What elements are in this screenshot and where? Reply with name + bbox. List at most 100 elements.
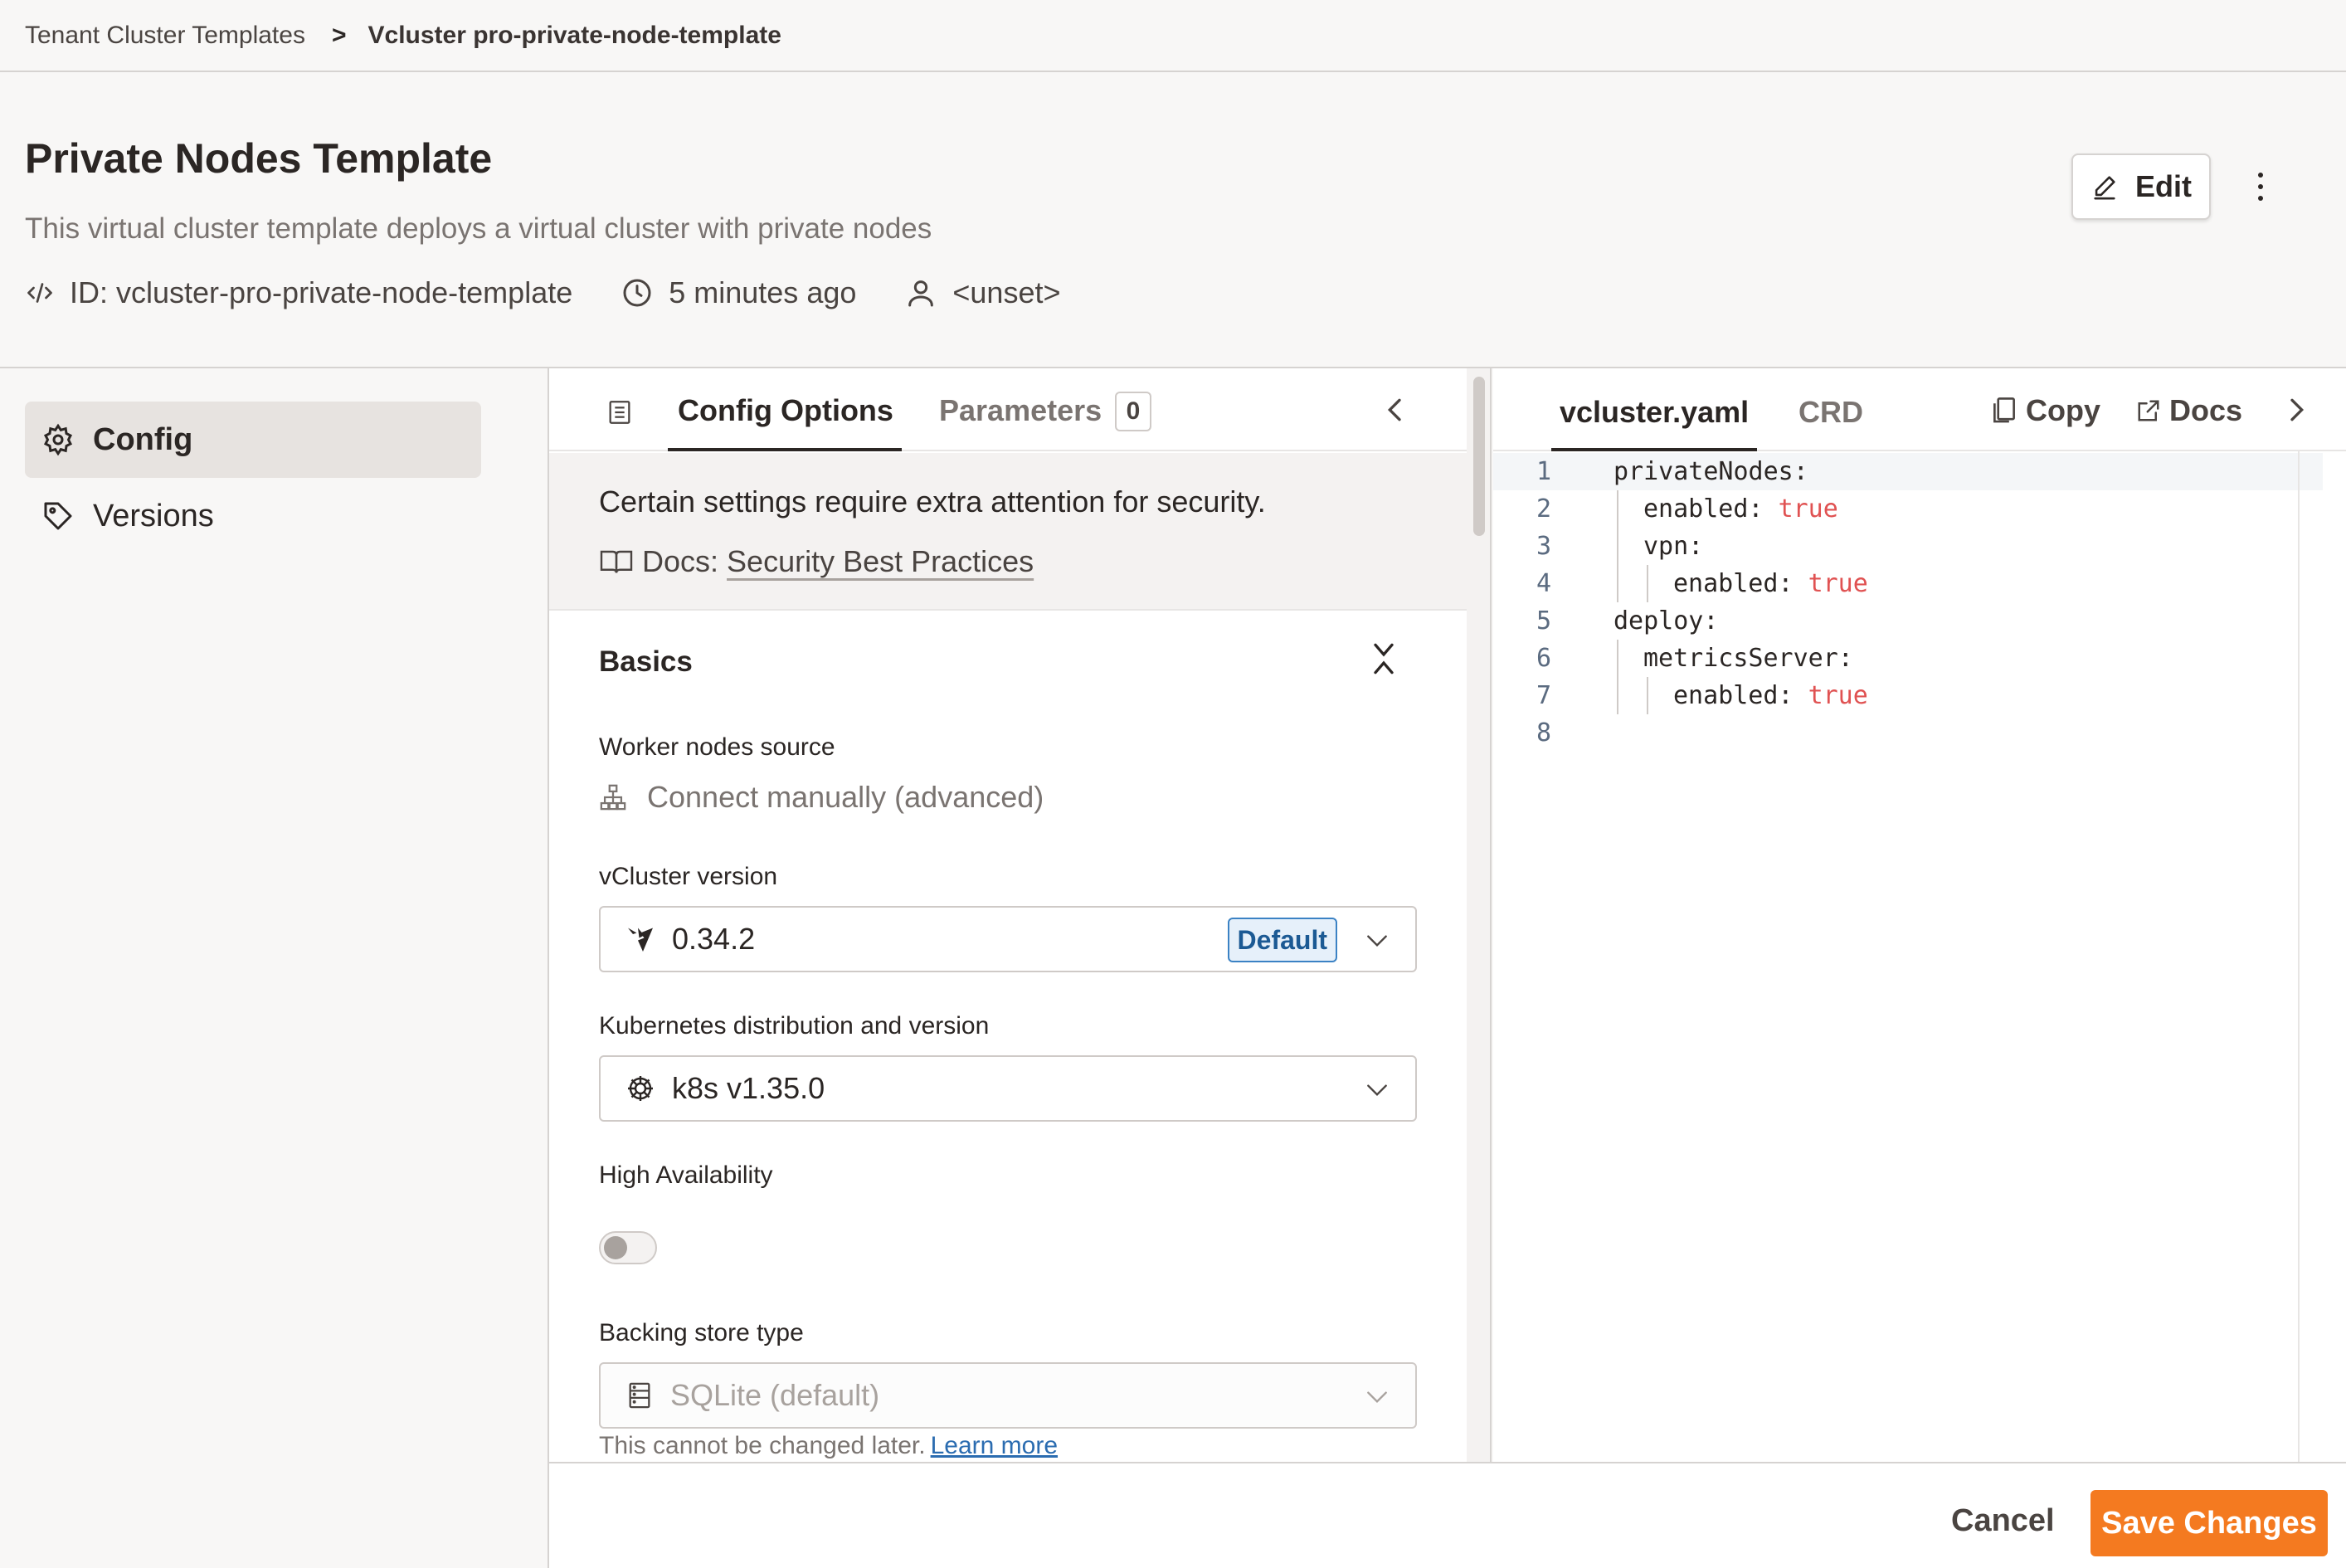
- vcluster-version-value: 0.34.2: [672, 922, 756, 956]
- high-availability-toggle[interactable]: [599, 1231, 657, 1264]
- footer: Cancel Save Changes: [549, 1462, 2346, 1568]
- config-scrollbar[interactable]: [1467, 368, 1492, 1462]
- learn-more-link[interactable]: Learn more: [931, 1432, 1058, 1459]
- dot-icon: [2258, 173, 2263, 178]
- template-id: ID: vcluster-pro-private-node-template: [25, 275, 572, 310]
- section-title-basics: Basics: [599, 645, 693, 678]
- dot-icon: [2258, 184, 2263, 189]
- k8s-distribution-select[interactable]: k8s v1.35.0: [599, 1055, 1417, 1122]
- external-link-icon: [2138, 400, 2159, 421]
- sidebar-item-label: Config: [93, 421, 193, 457]
- tab-vcluster-yaml[interactable]: vcluster.yaml: [1550, 395, 1758, 451]
- list-icon[interactable]: [606, 398, 634, 426]
- worker-nodes-text: Connect manually (advanced): [647, 780, 1044, 814]
- security-notice-text: Certain settings require extra attention…: [599, 485, 1266, 519]
- copy-icon: [1993, 397, 2015, 423]
- breadcrumb-current: Vcluster pro-private-node-template: [367, 21, 781, 49]
- line-number: 6: [1536, 644, 1551, 673]
- vcluster-version-select[interactable]: 0.34.2 Default: [599, 906, 1417, 972]
- yaml-key: vpn:: [1643, 532, 1704, 561]
- indent-guide: [1617, 640, 1618, 714]
- pencil-icon: [2094, 176, 2115, 200]
- more-options-button[interactable]: [2244, 162, 2277, 212]
- chevron-down-icon: [1367, 1084, 1387, 1097]
- yaml-key: enabled:: [1673, 681, 1808, 710]
- indent-guide: [1617, 490, 1618, 602]
- parameters-count-badge: 0: [1115, 392, 1151, 431]
- vcluster-logo-icon: [628, 928, 653, 952]
- default-badge: Default: [1227, 918, 1337, 962]
- tab-crd[interactable]: CRD: [1798, 395, 1863, 430]
- docs-button-label: Docs: [2169, 393, 2243, 427]
- sidebar-item-config[interactable]: Config: [25, 402, 481, 478]
- backing-store-value: SQLite (default): [670, 1378, 880, 1412]
- tag-icon: [44, 502, 72, 530]
- copy-button[interactable]: Copy: [1991, 393, 2100, 428]
- edit-button-label: Edit: [2135, 169, 2192, 203]
- backing-store-select[interactable]: SQLite (default): [599, 1362, 1417, 1429]
- security-docs: Docs: Security Best Practices: [599, 544, 1034, 579]
- line-number: 8: [1536, 718, 1551, 747]
- yaml-key: enabled:: [1673, 569, 1808, 598]
- yaml-value: true: [1808, 681, 1868, 710]
- docs-button[interactable]: Docs: [2136, 393, 2242, 428]
- indent-guide: [1647, 565, 1648, 602]
- worker-nodes-value: Connect manually (advanced): [599, 780, 1044, 815]
- k8s-distribution-label: Kubernetes distribution and version: [599, 1012, 990, 1040]
- chevron-down-icon: [1367, 1391, 1387, 1404]
- yaml-tabs: vcluster.yaml CRD Copy Docs: [1493, 368, 2346, 451]
- cancel-button[interactable]: Cancel: [1951, 1503, 2055, 1539]
- chevron-down-icon: [1367, 935, 1387, 947]
- gear-icon: [43, 423, 73, 456]
- yaml-key: enabled:: [1643, 494, 1779, 523]
- sidebar-item-versions[interactable]: Versions: [25, 478, 481, 554]
- high-availability-label: High Availability: [599, 1161, 773, 1189]
- line-number: 7: [1536, 681, 1551, 710]
- editor-scrollbar[interactable]: [2298, 451, 2300, 1462]
- database-icon: [629, 1382, 650, 1409]
- collapse-icon[interactable]: [1367, 640, 1400, 677]
- yaml-value: true: [1808, 569, 1868, 598]
- k8s-distribution-value: k8s v1.35.0: [672, 1071, 825, 1105]
- line-number: 2: [1536, 494, 1551, 523]
- template-meta: ID: vcluster-pro-private-node-template 5…: [25, 275, 1109, 310]
- security-docs-prefix: Docs:: [642, 544, 719, 578]
- template-id-text: ID: vcluster-pro-private-node-template: [70, 275, 573, 309]
- line-number: 5: [1536, 606, 1551, 635]
- page-title: Private Nodes Template: [25, 135, 493, 182]
- dot-icon: [2258, 196, 2263, 201]
- template-time-text: 5 minutes ago: [669, 275, 857, 309]
- indent-guide: [1647, 677, 1648, 714]
- security-notice: Certain settings require extra attention…: [549, 453, 1467, 611]
- scrollbar-thumb[interactable]: [1473, 377, 1485, 536]
- sidebar: Config Versions: [0, 368, 548, 1568]
- code-icon: [27, 283, 52, 303]
- code-line: 5 deploy:: [1493, 602, 2323, 640]
- edit-button[interactable]: Edit: [2071, 153, 2211, 220]
- yaml-key: metricsServer:: [1643, 644, 1853, 673]
- security-best-practices-link[interactable]: Security Best Practices: [727, 544, 1034, 579]
- breadcrumb: Tenant Cluster Templates > Vcluster pro-…: [0, 0, 2346, 72]
- network-icon: [600, 784, 626, 811]
- code-line: 1 privateNodes:: [1493, 453, 2323, 490]
- clock-icon: [623, 279, 651, 307]
- vcluster-version-label: vCluster version: [599, 863, 778, 890]
- book-icon: [600, 550, 633, 573]
- chevron-left-icon[interactable]: [1379, 393, 1412, 426]
- yaml-value: true: [1778, 494, 1838, 523]
- yaml-key: deploy:: [1613, 606, 1719, 635]
- page-subtitle: This virtual cluster template deploys a …: [25, 212, 932, 245]
- line-number: 1: [1536, 457, 1551, 486]
- yaml-key: privateNodes:: [1613, 457, 1808, 486]
- breadcrumb-parent-link[interactable]: Tenant Cluster Templates: [25, 22, 305, 50]
- chevron-right-icon[interactable]: [2280, 393, 2313, 426]
- config-tabs: Config Options Parameters 0: [549, 368, 1467, 451]
- tab-config-options[interactable]: Config Options: [668, 393, 902, 451]
- yaml-panel: vcluster.yaml CRD Copy Docs 1 privateNod…: [1493, 368, 2346, 1462]
- template-time: 5 minutes ago: [621, 275, 856, 310]
- kubernetes-icon: [628, 1076, 653, 1101]
- user-icon: [908, 280, 934, 307]
- save-changes-button[interactable]: Save Changes: [2090, 1490, 2328, 1556]
- tab-parameters[interactable]: Parameters: [939, 393, 1102, 428]
- breadcrumb-separator: >: [331, 21, 347, 49]
